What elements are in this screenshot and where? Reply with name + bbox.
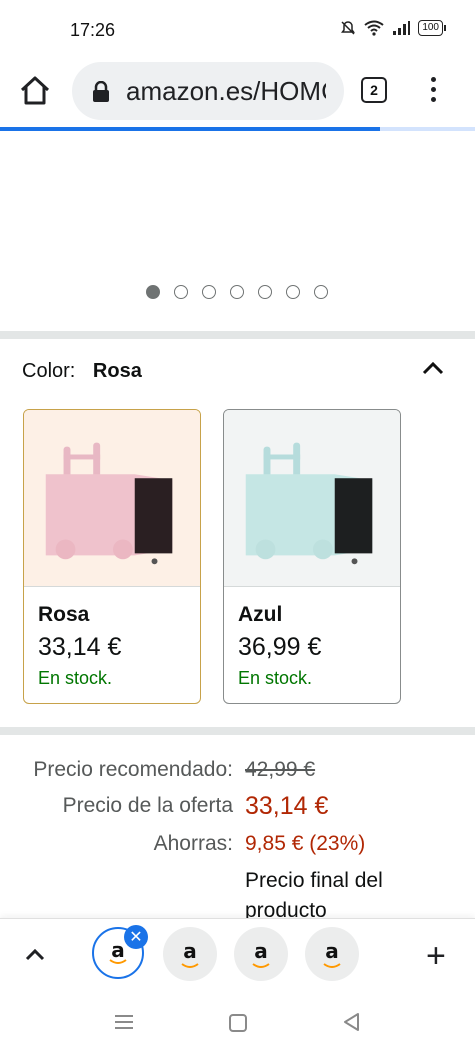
home-icon[interactable] — [18, 74, 52, 108]
status-icons: 100 — [340, 20, 446, 36]
swatch-image-rosa — [24, 410, 200, 586]
battery-icon: 100 — [418, 20, 446, 36]
swatch-image-azul — [224, 410, 400, 586]
swatch-stock: En stock. — [38, 668, 113, 688]
final-price-note: Precio final del producto — [245, 869, 383, 922]
tab-strip: a ✕ a a a + — [0, 918, 475, 992]
mute-bell-icon — [341, 21, 356, 35]
recent-apps-icon[interactable] — [114, 1014, 134, 1030]
amazon-logo-icon: a — [183, 939, 197, 963]
wifi-icon — [364, 20, 384, 36]
deal-price-row: Precio de la oferta 33,14 € — [0, 792, 475, 824]
status-time: 17:26 — [70, 20, 116, 40]
savings-row: Ahorras: 9,85 € (23%) — [0, 832, 475, 860]
carousel-dot[interactable] — [174, 285, 188, 299]
carousel-dot[interactable] — [314, 285, 328, 299]
color-swatch-rosa[interactable]: Rosa 33,14 € En stock. — [23, 409, 201, 704]
url-text: amazon.es/HOMCOM — [126, 76, 326, 106]
close-tab-icon[interactable]: ✕ — [124, 925, 148, 949]
savings-label: Ahorras: — [153, 832, 233, 855]
swatch-name: Rosa — [38, 603, 90, 626]
lock-icon — [93, 81, 109, 102]
overflow-menu-icon[interactable] — [424, 74, 442, 106]
tab-item[interactable]: a — [163, 927, 217, 981]
color-swatch-azul[interactable]: Azul 36,99 € En stock. — [223, 409, 401, 704]
color-selected-value: Rosa — [92, 360, 142, 382]
tab-item[interactable]: a — [234, 927, 288, 981]
swatch-price: 36,99 € — [238, 633, 322, 661]
amazon-logo-icon: a — [254, 939, 268, 963]
chevron-up-icon[interactable] — [22, 945, 48, 965]
recommended-price-value: 42,99 € — [245, 758, 316, 781]
amazon-logo-icon: a — [325, 939, 339, 963]
carousel-dots — [146, 285, 328, 299]
recommended-price-label: Precio recomendado: — [33, 758, 233, 781]
carousel-dot[interactable] — [286, 285, 300, 299]
signal-icon — [393, 21, 411, 35]
status-bar: 17:26 100 — [0, 0, 475, 60]
system-nav-bar — [0, 992, 475, 1056]
deal-price-label: Precio de la oferta — [62, 794, 233, 817]
new-tab-plus-icon[interactable]: + — [426, 939, 446, 973]
carousel-dot[interactable] — [202, 285, 216, 299]
browser-toolbar: amazon.es/HOMCOM 2 — [0, 60, 475, 128]
section-divider — [0, 727, 475, 735]
savings-value: 9,85 € (23%) — [245, 832, 366, 855]
tab-item[interactable]: a — [305, 927, 359, 981]
tab-switcher-button[interactable]: 2 — [361, 77, 387, 103]
carousel-dot[interactable] — [146, 285, 160, 299]
swatch-price: 33,14 € — [38, 633, 122, 661]
color-header: Color: Rosa — [22, 360, 142, 383]
swatch-stock: En stock. — [238, 668, 313, 688]
carousel-dot[interactable] — [230, 285, 244, 299]
chevron-up-icon[interactable] — [420, 358, 446, 378]
carousel-dot[interactable] — [258, 285, 272, 299]
back-nav-icon[interactable] — [342, 1012, 360, 1032]
recommended-price-row: Precio recomendado: 42,99 € — [0, 758, 475, 786]
color-label: Color: — [22, 360, 76, 382]
deal-price-value: 33,14 € — [245, 792, 329, 820]
product-image-carousel[interactable] — [0, 131, 475, 331]
section-divider — [0, 331, 475, 339]
address-bar[interactable]: amazon.es/HOMCOM — [72, 62, 344, 120]
swatch-name: Azul — [238, 603, 283, 626]
home-nav-icon[interactable] — [229, 1014, 247, 1032]
product-image — [222, 131, 322, 161]
